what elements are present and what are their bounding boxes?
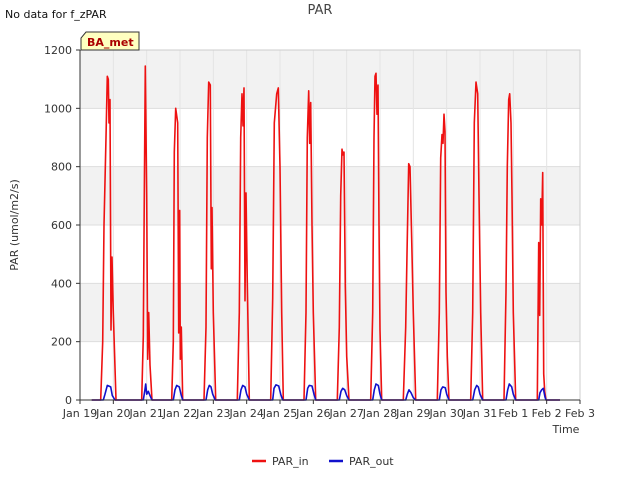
site-badge: BA_met: [80, 31, 140, 51]
legend-label: PAR_in: [272, 455, 309, 468]
legend: PAR_in PAR_out: [252, 455, 394, 468]
x-tick-label: Feb 2: [532, 407, 562, 420]
x-tick-label: Jan 24: [228, 407, 263, 420]
x-tick-label: Jan 26: [295, 407, 330, 420]
y-tick-label: 800: [51, 161, 72, 174]
band: [80, 166, 580, 225]
y-tick-label: 400: [51, 277, 72, 290]
x-tick-label: Feb 1: [498, 407, 528, 420]
x-axis-label: Time: [552, 423, 580, 436]
legend-label: PAR_out: [349, 455, 394, 468]
x-tick-label: Jan 28: [362, 407, 397, 420]
x-tick-label: Jan 29: [395, 407, 430, 420]
site-badge-label: BA_met: [87, 36, 134, 49]
x-tick-label: Jan 22: [162, 407, 197, 420]
x-tick-label: Jan 30: [428, 407, 463, 420]
y-tick-label: 200: [51, 336, 72, 349]
y-axis-label: PAR (umol/m2/s): [8, 179, 21, 271]
y-tick-label: 600: [51, 219, 72, 232]
x-tick-label: Feb 3: [565, 407, 595, 420]
x-tick-label: Jan 21: [128, 407, 163, 420]
x-tick-label: Jan 20: [95, 407, 130, 420]
x-tick-label: Jan 31: [462, 407, 497, 420]
y-tick-label: 0: [65, 394, 72, 407]
par-chart: 020040060080010001200Jan 19Jan 20Jan 21J…: [8, 31, 595, 468]
band: [80, 50, 580, 109]
x-tick-label: Jan 23: [195, 407, 230, 420]
x-tick-label: Jan 25: [262, 407, 297, 420]
x-tick-label: Jan 27: [328, 407, 363, 420]
y-tick-label: 1200: [44, 44, 72, 57]
y-tick-label: 1000: [44, 102, 72, 115]
x-tick-label: Jan 19: [62, 407, 97, 420]
